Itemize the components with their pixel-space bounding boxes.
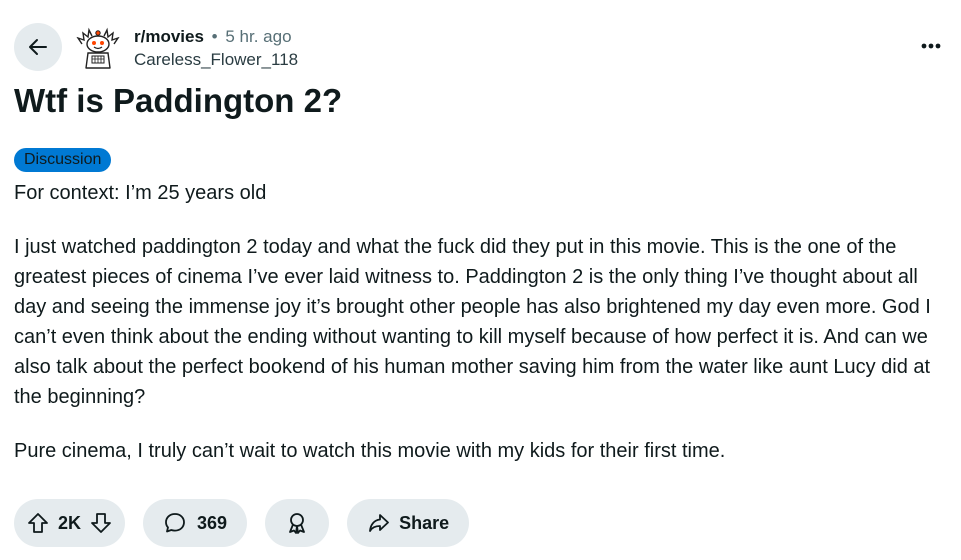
post-paragraph: I just watched paddington 2 today and wh… xyxy=(14,236,931,408)
meta-separator: • xyxy=(211,27,218,46)
award-button[interactable] xyxy=(265,499,330,547)
share-arrow-icon xyxy=(367,511,391,535)
snoo-avatar-icon xyxy=(74,24,122,72)
share-label: Share xyxy=(399,512,450,533)
upvote-arrow-icon[interactable] xyxy=(26,511,50,535)
subreddit-link[interactable]: r/movies xyxy=(134,27,204,46)
post-paragraph: Pure cinema, I truly can’t wait to watch… xyxy=(14,440,726,462)
post-time: 5 hr. ago xyxy=(225,27,292,46)
post-title: Wtf is Paddington 2? xyxy=(14,82,343,119)
post-meta: r/movies • 5 hr. ago Careless_Flower_118 xyxy=(134,25,298,71)
post-paragraph: For context: I’m 25 years old xyxy=(14,182,267,204)
vote-count: 2K xyxy=(58,512,82,533)
more-options-button[interactable] xyxy=(915,32,947,60)
comments-button[interactable]: 369 xyxy=(143,499,248,547)
post-actions: 2K 369 Share xyxy=(14,499,470,547)
subreddit-avatar[interactable] xyxy=(74,24,122,72)
speech-bubble-icon xyxy=(163,511,187,535)
comment-count: 369 xyxy=(197,512,228,533)
post-header: r/movies • 5 hr. ago Careless_Flower_118 xyxy=(14,22,947,72)
author-link[interactable]: Careless_Flower_118 xyxy=(134,48,298,71)
post-flair[interactable]: Discussion xyxy=(14,148,112,172)
vote-control: 2K xyxy=(14,499,126,547)
post-body: For context: I’m 25 years old I just wat… xyxy=(14,178,946,490)
arrow-left-icon xyxy=(26,35,50,59)
share-button[interactable]: Share xyxy=(347,499,470,547)
downvote-arrow-icon[interactable] xyxy=(89,511,113,535)
post-page: r/movies • 5 hr. ago Careless_Flower_118… xyxy=(0,0,961,560)
more-horizontal-icon xyxy=(920,42,942,50)
back-button[interactable] xyxy=(14,23,62,71)
award-ribbon-icon xyxy=(285,511,309,535)
